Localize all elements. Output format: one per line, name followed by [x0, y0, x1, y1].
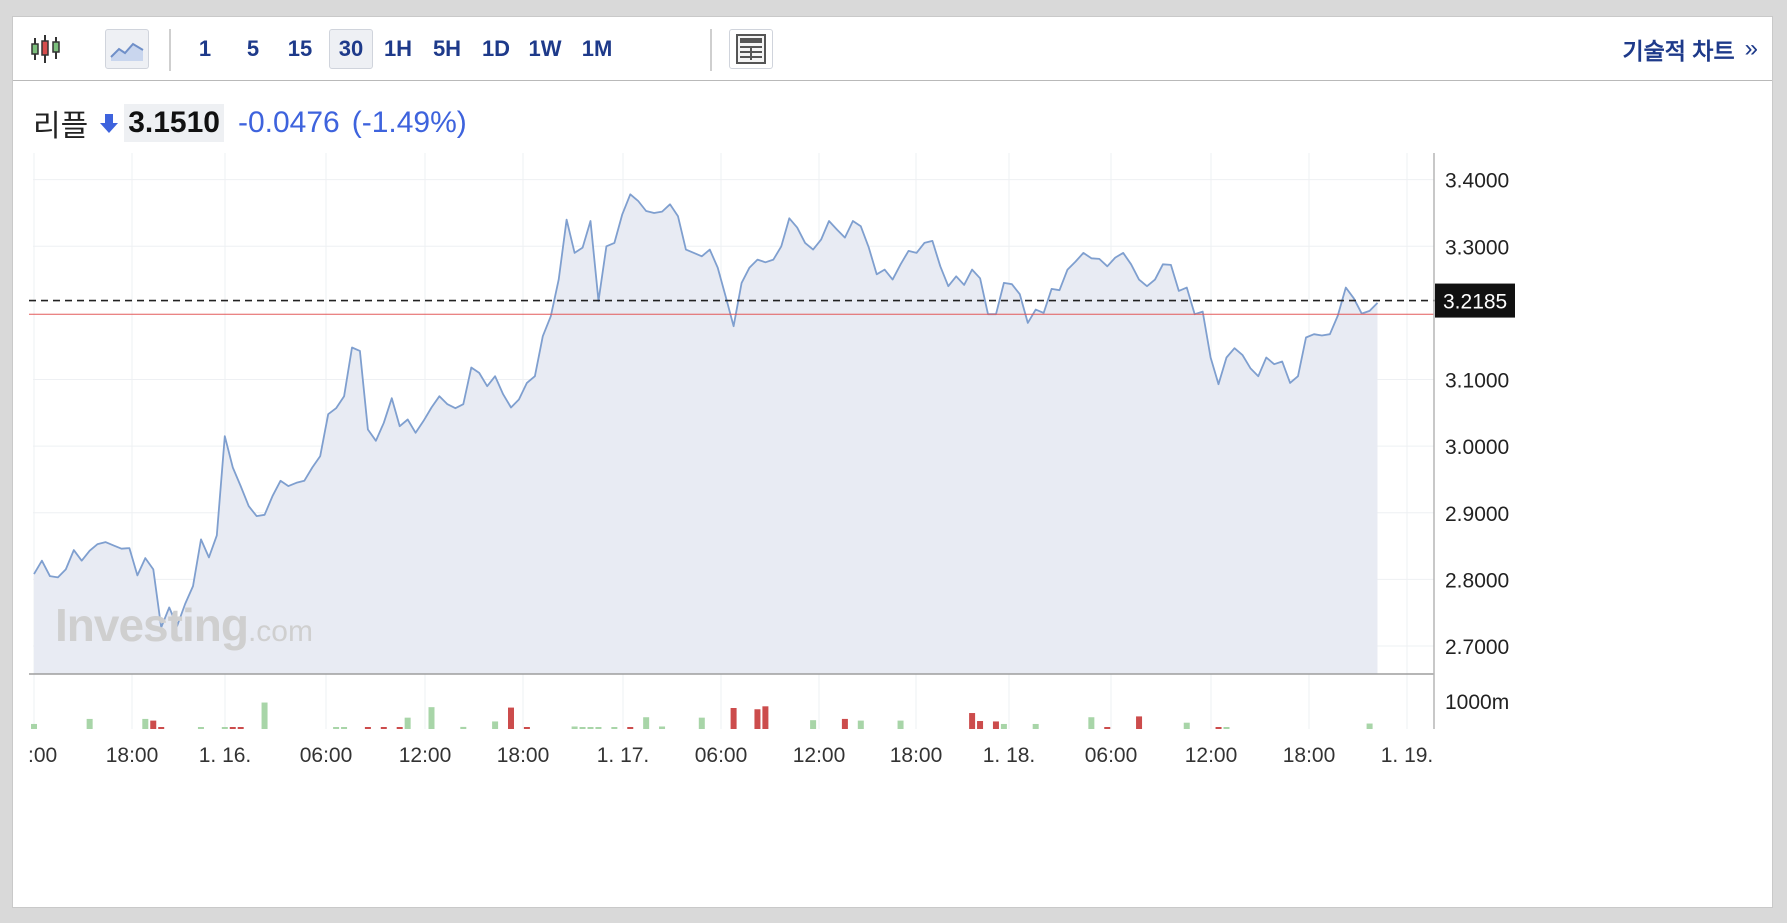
y-tick-label: 3.1000 — [1445, 370, 1509, 393]
x-tick-label: 12:00 — [1185, 744, 1238, 767]
volume-bar — [261, 702, 268, 729]
volume-bar — [1032, 723, 1039, 729]
volume-bar — [897, 720, 904, 729]
volume-bar — [1366, 723, 1373, 729]
x-tick-label: 18:00 — [497, 744, 550, 767]
volume-bar — [841, 718, 848, 729]
x-tick-label: 12:00 — [793, 744, 846, 767]
volume-bar — [627, 727, 634, 729]
volume-bar — [754, 709, 761, 729]
volume-bar — [1104, 727, 1111, 729]
x-tick-label: 06:00 — [1085, 744, 1138, 767]
volume-bar — [229, 727, 236, 729]
volume-bar — [492, 721, 499, 729]
volume-bar — [992, 721, 999, 729]
volume-bar — [86, 718, 93, 729]
x-tick-label: 06:00 — [695, 744, 748, 767]
volume-bar — [977, 721, 984, 729]
volume-bar — [643, 717, 650, 729]
y-tick-label: 3.3000 — [1445, 236, 1509, 259]
y-tick-label: 2.8000 — [1445, 569, 1509, 592]
volume-bar — [698, 717, 705, 729]
volume-bar — [810, 720, 817, 729]
volume-bar — [404, 717, 411, 729]
x-tick-label: 1. 17. — [597, 744, 650, 767]
volume-bar — [857, 720, 864, 729]
y-tick-label: 3.0000 — [1445, 436, 1509, 459]
volume-bar — [460, 726, 467, 729]
x-tick-label: 18:00 — [106, 744, 159, 767]
volume-bar — [969, 713, 976, 729]
volume-tick-label: 1000m — [1445, 691, 1509, 714]
y-tick-label: 3.4000 — [1445, 170, 1509, 193]
volume-bar — [197, 727, 204, 729]
volume-bar — [150, 720, 157, 729]
volume-bar — [221, 727, 228, 729]
volume-bar — [237, 727, 244, 729]
volume-bar — [396, 727, 403, 729]
volume-bar — [595, 727, 602, 729]
x-tick-label: 1. 18. — [983, 744, 1036, 767]
volume-bar — [364, 727, 371, 729]
x-tick-label: 1. 19. — [1381, 744, 1434, 767]
volume-bar — [1215, 727, 1222, 729]
y-tick-label: 2.9000 — [1445, 503, 1509, 526]
price-chart[interactable]: Investing.com3.40003.30003.10003.00002.9… — [13, 17, 1774, 909]
volume-bar — [762, 706, 769, 729]
volume-bar — [428, 707, 435, 729]
volume-bar — [1088, 717, 1095, 729]
volume-bar — [579, 727, 586, 729]
x-tick-label: :00 — [28, 744, 57, 767]
volume-bar — [523, 727, 530, 729]
volume-bar — [571, 726, 578, 729]
x-tick-label: 1. 16. — [199, 744, 252, 767]
volume-bar — [587, 727, 594, 729]
volume-bar — [1223, 727, 1230, 729]
x-tick-label: 06:00 — [300, 744, 353, 767]
volume-bar — [1183, 722, 1190, 729]
volume-bar — [333, 727, 340, 729]
x-tick-label: 18:00 — [890, 744, 943, 767]
volume-bar — [1136, 716, 1143, 729]
x-tick-label: 12:00 — [399, 744, 452, 767]
volume-bar — [158, 727, 165, 729]
volume-bar — [341, 727, 348, 729]
volume-bar — [31, 723, 37, 729]
volume-bar — [611, 727, 618, 729]
volume-bar — [659, 726, 666, 729]
volume-bar — [142, 718, 149, 729]
volume-bar — [730, 708, 737, 729]
volume-bar — [380, 727, 387, 729]
current-price-label: 3.2185 — [1443, 291, 1507, 314]
volume-bar — [1000, 723, 1007, 729]
chart-widget: 1 5 15 30 1H 5H 1D 1W 1M 기술적 차트 » 리플 3.1510 -0.0… — [12, 16, 1773, 908]
y-tick-label: 2.7000 — [1445, 636, 1509, 659]
x-tick-label: 18:00 — [1283, 744, 1336, 767]
volume-bar — [508, 707, 514, 729]
